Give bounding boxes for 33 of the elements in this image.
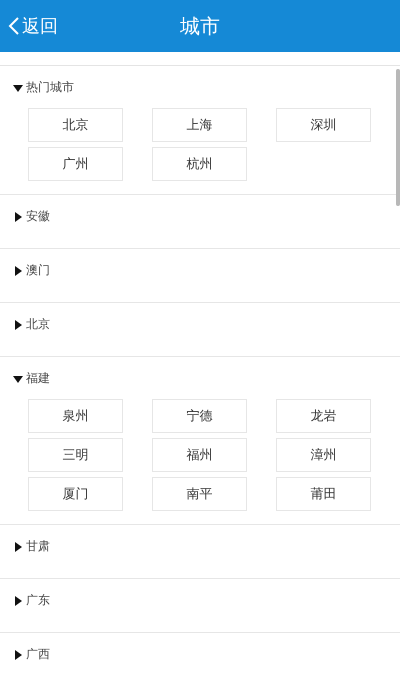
city-button[interactable]: 北京 <box>28 108 123 142</box>
section-label: 广西 <box>26 646 50 663</box>
section-label: 福建 <box>26 370 50 387</box>
section-label: 甘肃 <box>26 538 50 555</box>
page-title: 城市 <box>180 12 220 40</box>
city-button[interactable]: 三明 <box>28 438 123 472</box>
section-label: 北京 <box>26 316 50 333</box>
city-button[interactable]: 广州 <box>28 147 123 181</box>
city-button[interactable]: 莆田 <box>276 477 371 511</box>
chevron-left-icon <box>8 16 20 36</box>
section-header[interactable]: 澳门 <box>13 262 50 279</box>
city-button[interactable]: 南平 <box>152 477 247 511</box>
section-label: 安徽 <box>26 208 50 225</box>
city-button[interactable]: 上海 <box>152 108 247 142</box>
city-button[interactable]: 福州 <box>152 438 247 472</box>
city-button[interactable]: 杭州 <box>152 147 247 181</box>
section-label: 澳门 <box>26 262 50 279</box>
section-header[interactable]: 广西 <box>13 646 50 663</box>
city-button[interactable]: 厦门 <box>28 477 123 511</box>
section-header[interactable]: 热门城市 <box>13 79 74 96</box>
section-header[interactable]: 北京 <box>13 316 50 333</box>
section-header[interactable]: 福建 <box>13 370 50 387</box>
section-header[interactable]: 甘肃 <box>13 538 50 555</box>
city-button[interactable]: 泉州 <box>28 399 123 433</box>
city-button[interactable]: 龙岩 <box>276 399 371 433</box>
section-label: 热门城市 <box>26 79 74 96</box>
section-label: 广东 <box>26 592 50 609</box>
city-button[interactable]: 宁德 <box>152 399 247 433</box>
city-button[interactable]: 深圳 <box>276 108 371 142</box>
back-button[interactable]: 返回 <box>4 10 62 42</box>
city-button[interactable]: 漳州 <box>276 438 371 472</box>
section-header[interactable]: 广东 <box>13 592 50 609</box>
section-header[interactable]: 安徽 <box>13 208 50 225</box>
